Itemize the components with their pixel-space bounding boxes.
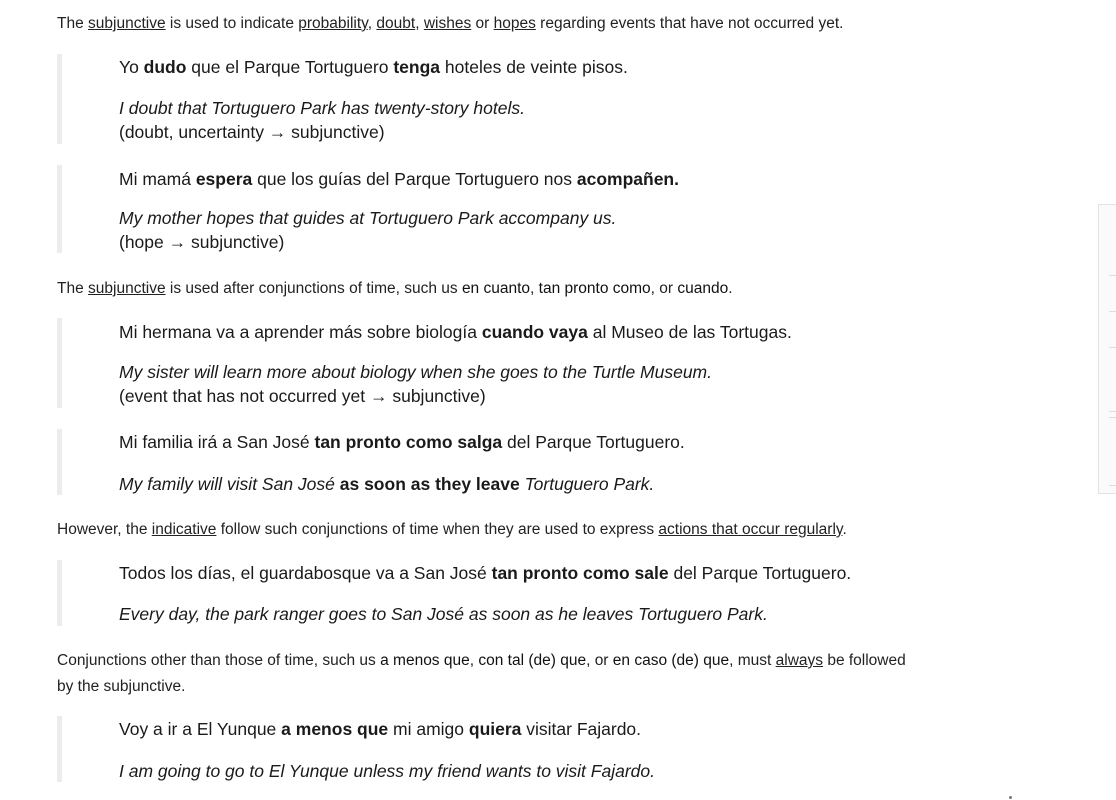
term-actions-regularly: actions that occur regularly: [658, 521, 843, 538]
panel-divider: [1109, 311, 1116, 312]
quote-bar: [57, 560, 62, 626]
example-translation: I doubt that Tortuguero Park has twenty-…: [119, 98, 525, 118]
example-block-4: Mi familia irá a San José tan pronto com…: [57, 429, 1059, 495]
panel-divider: [1109, 275, 1116, 276]
term-doubt: doubt: [376, 15, 416, 32]
example-spanish: Yo dudo que el Parque Tortuguero tenga h…: [119, 57, 628, 77]
example-block-3: Mi hermana va a aprender más sobre biolo…: [57, 318, 1059, 408]
example-translation: I am going to go to El Yunque unless my …: [119, 761, 655, 781]
example-note: (hope → subjunctive): [119, 232, 285, 252]
paragraph-subjunctive-usage: The subjunctive is used to indicate prob…: [57, 15, 844, 32]
panel-divider: [1109, 417, 1116, 418]
example-block-6: Voy a ir a El Yunque a menos que mi amig…: [57, 716, 1059, 782]
mouse-cursor-icon: [1009, 796, 1012, 799]
quote-bar: [57, 716, 62, 782]
paragraph-indicative-usage: However, the indicative follow such conj…: [57, 521, 847, 538]
example-spanish: Mi mamá espera que los guías del Parque …: [119, 169, 679, 189]
example-note: (doubt, uncertainty → subjunctive): [119, 122, 385, 142]
example-spanish: Mi familia irá a San José tan pronto com…: [119, 432, 685, 452]
example-translation: Every day, the park ranger goes to San J…: [119, 604, 768, 624]
quote-bar: [57, 429, 62, 495]
quote-bar: [57, 318, 62, 408]
term-always: always: [775, 652, 824, 669]
panel-divider: [1109, 485, 1116, 486]
example-note: (event that has not occurred yet → subju…: [119, 386, 486, 406]
paragraph-line-1: Conjunctions other than those of time, s…: [57, 652, 906, 669]
example-translation: My family will visit San José as soon as…: [119, 474, 655, 494]
quote-bar: [57, 54, 62, 144]
example-block-1: Yo dudo que el Parque Tortuguero tenga h…: [57, 54, 1059, 144]
example-translation: My sister will learn more about biology …: [119, 362, 713, 382]
quote-bar: [57, 165, 62, 253]
example-block-2: Mi mamá espera que los guías del Parque …: [57, 165, 1059, 253]
term-wishes: wishes: [423, 15, 472, 32]
side-panel-edge[interactable]: [1098, 204, 1116, 494]
term-hopes: hopes: [493, 15, 536, 32]
example-spanish: Voy a ir a El Yunque a menos que mi amig…: [119, 719, 642, 739]
paragraph-conjunctions-of-time: The subjunctive is used after conjunctio…: [57, 280, 733, 297]
paragraph-line-2: by the subjunctive.: [57, 678, 186, 695]
term-subjunctive: subjunctive: [88, 15, 166, 32]
example-block-5: Todos los días, el guardabosque va a San…: [57, 560, 1059, 626]
term-probability: probability: [298, 15, 368, 32]
term-subjunctive: subjunctive: [88, 280, 166, 297]
term-indicative: indicative: [151, 521, 217, 538]
panel-divider: [1109, 411, 1116, 412]
example-spanish: Todos los días, el guardabosque va a San…: [119, 563, 852, 583]
paragraph-other-conjunctions: Conjunctions other than those of time, s…: [57, 648, 1057, 700]
example-translation: My mother hopes that guides at Tortuguer…: [119, 208, 617, 228]
example-spanish: Mi hermana va a aprender más sobre biolo…: [119, 322, 792, 342]
panel-divider: [1109, 347, 1116, 348]
